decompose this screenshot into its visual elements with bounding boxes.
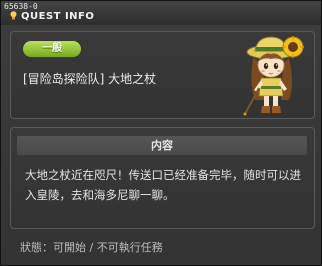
window-title-text: QUEST INFO — [21, 11, 95, 22]
content-text: 大地之杖近在咫尺！传送口已经准备完毕，随时可以进入皇陵，去和海多尼聊一聊。 — [25, 168, 301, 202]
quest-info-window: 65638-0 QUEST INFO 一般 [冒险岛探险队] 大地之杖 内容 大… — [0, 0, 322, 266]
content-header: 内容 — [17, 136, 307, 155]
quest-content-panel: 内容 大地之杖近在咫尺！传送口已经准备完毕，随时可以进入皇陵，去和海多尼聊一聊。 — [10, 127, 315, 229]
quest-id: 65638-0 — [4, 2, 38, 11]
npc-portrait — [243, 36, 304, 116]
quest-summary-panel: 一般 [冒险岛探险队] 大地之杖 — [10, 31, 315, 119]
quest-status: 狀態：可開始 / 不可執行任務 — [20, 241, 163, 254]
quest-name: [冒险岛探险队] 大地之杖 — [23, 72, 157, 86]
window-title: QUEST INFO — [10, 11, 94, 22]
lightbulb-icon — [10, 11, 17, 20]
category-badge: 一般 — [23, 41, 81, 57]
title-bar[interactable]: 65638-0 QUEST INFO — [1, 1, 321, 25]
